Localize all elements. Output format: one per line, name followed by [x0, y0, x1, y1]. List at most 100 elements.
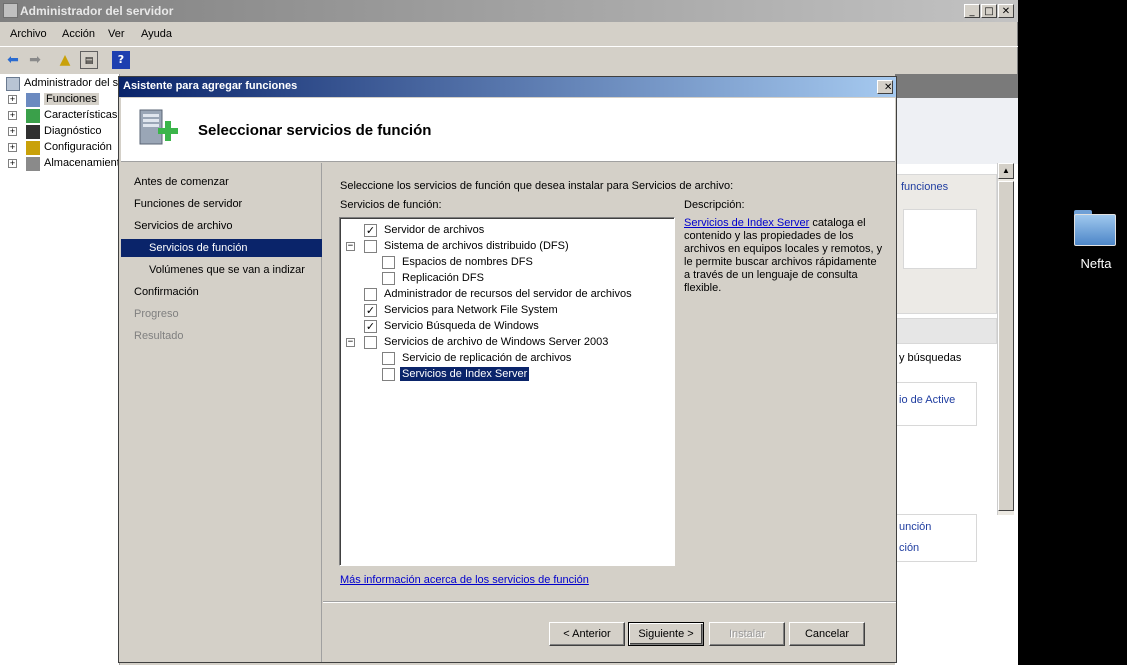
scroll-thumb[interactable] — [998, 181, 1014, 511]
menu-bar: Archivo Acción Ver Ayuda — [0, 24, 1018, 44]
service-label: Replicación DFS — [402, 272, 484, 284]
step-servicios-de-funcion[interactable]: Servicios de función — [121, 239, 322, 257]
console-tree: Administrador del se + Funciones + Carac… — [0, 74, 120, 665]
tree-item-configuracion[interactable]: + Configuración — [0, 140, 120, 156]
next-button[interactable]: Siguiente > — [628, 622, 704, 646]
service-label: Servidor de archivos — [384, 224, 485, 236]
scroll-up-icon[interactable]: ▲ — [998, 163, 1014, 179]
diagnostics-icon — [26, 125, 40, 139]
details-scrollbar[interactable]: ▲ — [997, 163, 1014, 515]
service-label: Espacios de nombres DFS — [402, 256, 533, 268]
checkbox[interactable] — [364, 240, 377, 253]
desktop-folder-nefta[interactable]: Nefta — [1066, 200, 1126, 280]
menu-ayuda[interactable]: Ayuda — [141, 28, 172, 40]
roles-icon — [26, 93, 40, 107]
checkbox[interactable] — [364, 336, 377, 349]
step-volumenes-a-indizar[interactable]: Volúmenes que se van a indizar — [121, 261, 322, 279]
up-folder-icon[interactable]: ▲ — [56, 51, 74, 69]
expand-icon[interactable]: + — [8, 95, 17, 104]
active-directory-link[interactable]: io de Active — [899, 394, 955, 406]
cancel-button[interactable]: Cancelar — [789, 622, 865, 646]
maximize-button[interactable]: □ — [981, 4, 997, 18]
service-label: Servicios para Network File System — [384, 304, 558, 316]
description-label: Descripción: — [684, 199, 745, 211]
service-label: Servicios de Index Server — [400, 367, 530, 381]
tree-item-diagnostico[interactable]: + Diagnóstico — [0, 124, 120, 140]
folder-icon — [1074, 210, 1116, 246]
collapse-icon[interactable]: − — [346, 242, 355, 251]
desktop-icon-label: Nefta — [1080, 256, 1112, 271]
details-banner — [895, 98, 1018, 164]
add-roles-wizard-dialog: Asistente para agregar funciones ✕ Selec… — [118, 76, 897, 663]
tree-item-label: Diagnóstico — [44, 125, 102, 137]
dialog-close-button[interactable]: ✕ — [877, 80, 893, 94]
toolbar: ⬅ ➡ ▲ ▤ ? — [0, 46, 1018, 72]
tree-item-label: Configuración — [44, 141, 112, 153]
roles-link[interactable]: funciones — [901, 181, 948, 193]
checkbox[interactable] — [382, 256, 395, 269]
add-role-link[interactable]: unción — [899, 521, 931, 533]
wizard-header: Seleccionar servicios de función — [121, 98, 895, 162]
tree-item-almacenamiento[interactable]: + Almacenamiento — [0, 156, 120, 172]
step-servicios-de-archivo[interactable]: Servicios de archivo — [121, 217, 322, 235]
step-confirmacion[interactable]: Confirmación — [121, 283, 322, 301]
checkbox[interactable] — [382, 368, 395, 381]
help-icon[interactable]: ? — [112, 51, 130, 69]
tree-root[interactable]: Administrador del se — [0, 76, 120, 92]
button-separator — [323, 601, 896, 603]
section-header — [895, 318, 997, 344]
collapse-icon[interactable]: − — [346, 338, 355, 347]
features-icon — [26, 109, 40, 123]
service-label: Servicios de archivo de Windows Server 2… — [384, 336, 609, 348]
search-text: y búsquedas — [899, 352, 962, 364]
tree-item-label: Características — [44, 109, 118, 121]
dialog-title: Asistente para agregar funciones — [123, 80, 298, 92]
wizard-steps-nav: Antes de comenzar Funciones de servidor … — [121, 163, 322, 662]
service-label: Servicio Búsqueda de Windows — [384, 320, 539, 332]
step-funciones-de-servidor[interactable]: Funciones de servidor — [121, 195, 322, 213]
close-window-button[interactable]: ✕ — [998, 4, 1014, 18]
back-arrow-icon[interactable]: ⬅ — [4, 51, 22, 69]
menu-ver[interactable]: Ver — [108, 28, 125, 40]
service-label: Administrador de recursos del servidor d… — [384, 288, 632, 300]
back-button[interactable]: < Anterior — [549, 622, 625, 646]
tree-item-label: Funciones — [44, 93, 99, 105]
expand-icon[interactable]: + — [8, 111, 17, 120]
wizard-content: Seleccione los servicios de función que … — [323, 163, 896, 662]
checkbox[interactable]: ✓ — [364, 320, 377, 333]
tree-item-label: Almacenamiento — [44, 157, 120, 169]
roles-box — [903, 209, 977, 269]
checkbox[interactable]: ✓ — [364, 304, 377, 317]
role-services-list[interactable]: ✓ Servidor de archivos − Sistema de arch… — [339, 217, 675, 566]
minimize-button[interactable]: _ — [964, 4, 980, 18]
intro-text: Seleccione los servicios de función que … — [340, 180, 734, 192]
menu-archivo[interactable]: Archivo — [10, 28, 47, 40]
description-link[interactable]: Servicios de Index Server — [684, 217, 809, 229]
expand-icon[interactable]: + — [8, 127, 17, 136]
storage-icon — [26, 157, 40, 171]
main-title-bar[interactable]: Administrador del servidor _ □ ✕ — [0, 0, 1018, 22]
service-label: Sistema de archivos distribuido (DFS) — [384, 240, 569, 252]
checkbox[interactable] — [364, 288, 377, 301]
dialog-title-bar[interactable]: Asistente para agregar funciones ✕ — [119, 77, 896, 97]
expand-icon[interactable]: + — [8, 159, 17, 168]
tree-item-caracteristicas[interactable]: + Características — [0, 108, 120, 124]
step-resultado: Resultado — [134, 330, 184, 342]
remove-role-link[interactable]: ción — [899, 542, 919, 554]
step-antes-de-comenzar[interactable]: Antes de comenzar — [121, 173, 322, 191]
tree-item-funciones[interactable]: + Funciones — [0, 92, 120, 108]
checkbox[interactable] — [382, 272, 395, 285]
checkbox[interactable]: ✓ — [364, 224, 377, 237]
wizard-heading: Seleccionar servicios de función — [198, 122, 432, 139]
menu-accion[interactable]: Acción — [62, 28, 95, 40]
console-tree-icon[interactable]: ▤ — [80, 51, 98, 69]
step-progreso: Progreso — [134, 308, 179, 320]
server-icon — [6, 77, 20, 91]
expand-icon[interactable]: + — [8, 143, 17, 152]
checkbox[interactable] — [382, 352, 395, 365]
more-info-link[interactable]: Más información acerca de los servicios … — [340, 574, 589, 586]
tree-root-label: Administrador del se — [24, 77, 120, 89]
server-add-icon — [139, 109, 178, 145]
description-text: Servicios de Index Server cataloga el co… — [684, 217, 884, 295]
forward-arrow-icon[interactable]: ➡ — [26, 51, 44, 69]
